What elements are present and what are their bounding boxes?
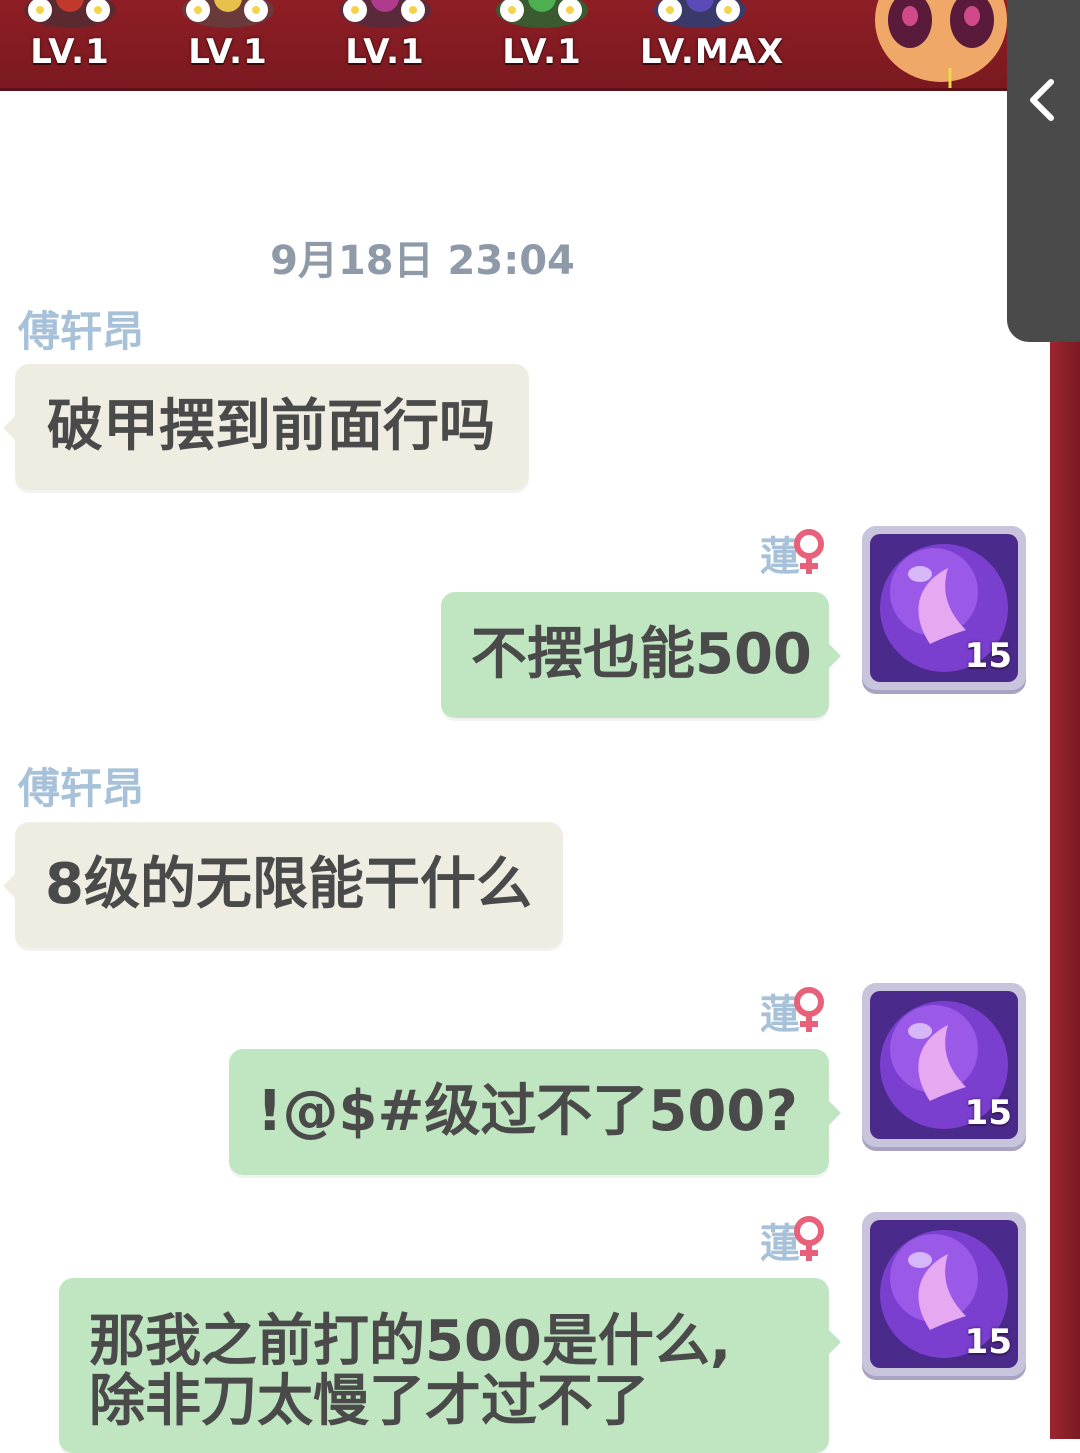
message-bubble[interactable]: 破甲摆到前面行吗 — [3, 364, 529, 490]
plant-slot-3[interactable]: LV.1 — [325, 0, 445, 88]
female-icon — [794, 987, 824, 1032]
plant-icon — [24, 0, 116, 28]
bubble-tail — [3, 416, 15, 440]
level-label: LV.1 — [345, 32, 425, 72]
level-badge: 15 — [964, 636, 1012, 676]
top-banner: LV.1 LV.1 LV.1 LV.1 LV.MAX — [0, 0, 1050, 91]
avatar[interactable]: 15 — [862, 983, 1026, 1147]
message-bubble[interactable]: 不摆也能500 — [441, 592, 841, 718]
message-bubble[interactable]: !@$#级过不了500? — [229, 1049, 841, 1175]
level-label: LV.MAX — [640, 32, 785, 72]
bubble-tail — [829, 1101, 841, 1125]
message-text-line-1: 那我之前打的500是什么, — [89, 1309, 732, 1374]
message-text: 8级的无限能干什么 — [45, 852, 532, 917]
bubble-tail — [829, 1330, 841, 1354]
message-text: !@$#级过不了500? — [257, 1079, 798, 1144]
message-text: 不摆也能500 — [471, 622, 812, 687]
mascot-icon[interactable] — [872, 0, 1010, 88]
message-bubble[interactable]: 那我之前打的500是什么, 除非刀太慢了才过不了 — [59, 1278, 841, 1453]
level-label: LV.1 — [502, 32, 582, 72]
female-icon — [794, 1216, 824, 1261]
bubble-tail — [829, 644, 841, 668]
plant-slot-4[interactable]: LV.1 — [482, 0, 602, 88]
plant-slot-2[interactable]: LV.1 — [168, 0, 288, 88]
message-text-line-2: 除非刀太慢了才过不了 — [89, 1369, 649, 1434]
avatar[interactable]: 15 — [862, 526, 1026, 690]
plant-icon — [182, 0, 274, 28]
plant-icon — [654, 0, 746, 28]
plant-slot-5[interactable]: LV.MAX — [640, 0, 785, 88]
level-label: LV.1 — [30, 32, 110, 72]
plant-slot-1[interactable]: LV.1 — [10, 0, 130, 88]
level-badge: 15 — [964, 1322, 1012, 1362]
plant-icon — [339, 0, 431, 28]
message-bubble[interactable]: 8级的无限能干什么 — [3, 822, 563, 948]
sender-name[interactable]: 傅轩昂 — [18, 298, 144, 359]
plant-icon — [496, 0, 588, 28]
message-text: 破甲摆到前面行吗 — [47, 394, 495, 459]
level-badge: 15 — [964, 1093, 1012, 1133]
sender-name[interactable]: 傅轩昂 — [18, 755, 144, 816]
bubble-tail — [3, 874, 15, 898]
female-icon — [794, 529, 824, 574]
chat-panel[interactable]: 9月18日 23:04 傅轩昂 破甲摆到前面行吗 蓮 不摆也能500 15 傅轩… — [0, 92, 1050, 1453]
timestamp: 9月18日 23:04 — [270, 238, 575, 284]
level-label: LV.1 — [188, 32, 268, 72]
avatar[interactable]: 15 — [862, 1212, 1026, 1376]
